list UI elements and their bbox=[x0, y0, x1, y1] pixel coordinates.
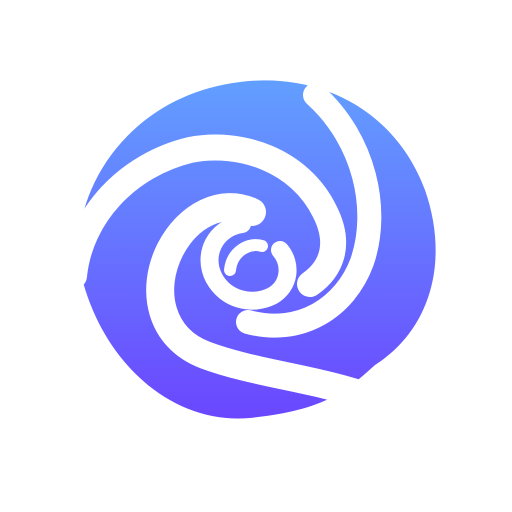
swirl-shape bbox=[0, 0, 512, 512]
logo-canvas bbox=[0, 0, 512, 512]
swirl-logo-icon bbox=[0, 0, 512, 512]
